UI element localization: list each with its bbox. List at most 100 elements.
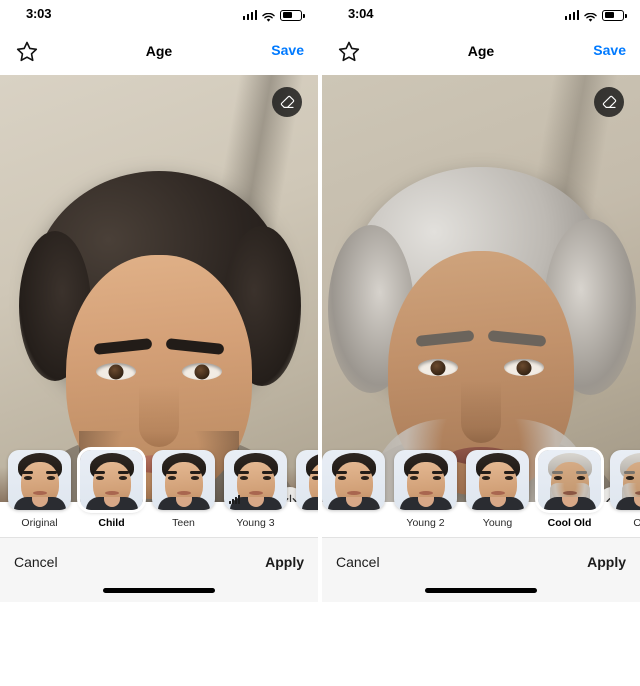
apply-button[interactable]: Apply	[265, 554, 304, 570]
cancel-button[interactable]: Cancel	[336, 554, 380, 570]
home-indicator[interactable]	[103, 588, 215, 593]
style-thumbnail-image	[152, 450, 215, 510]
eraser-icon[interactable]	[594, 87, 624, 117]
photo-preview[interactable]: Original Child Teen Young 3	[0, 75, 318, 537]
thumb-eyebrow-left	[238, 471, 249, 474]
style-thumbnail-label: Young	[482, 517, 513, 529]
thumb-shirt	[301, 497, 318, 510]
subject-eyebrow-right	[165, 337, 225, 356]
status-bar: 3:04	[322, 0, 640, 30]
style-thumbnail-young-3[interactable]: Young 3	[224, 450, 287, 529]
thumb-eyebrow-right	[46, 471, 57, 474]
thumb-mouth	[562, 491, 577, 495]
thumb-shirt	[471, 497, 524, 510]
thumb-eye-right	[433, 476, 441, 480]
style-thumbnail-image	[80, 450, 143, 510]
style-thumbnail-young-2[interactable]: Young 2	[394, 450, 457, 529]
thumb-mouth	[418, 491, 433, 495]
battery-icon	[602, 9, 627, 21]
style-thumbnail-teen[interactable]: Teen	[152, 450, 215, 529]
thumb-eyebrow-right	[360, 471, 371, 474]
nav-bar: Age Save	[322, 30, 640, 75]
phone-screen-left: 3:03 Age Save Original Child Teen Young …	[0, 0, 318, 686]
thumb-eyebrow-left	[480, 471, 491, 474]
subject-nose	[139, 385, 179, 447]
thumb-eye-left	[24, 476, 32, 480]
thumb-portrait	[466, 450, 529, 510]
style-thumbnail-image	[322, 450, 385, 510]
bottom-action-bar: Cancel Apply	[0, 537, 318, 602]
ad-signal-icon	[229, 495, 240, 504]
thumb-shirt	[327, 497, 380, 510]
thumb-portrait	[152, 450, 215, 510]
thumb-eye-right	[361, 476, 369, 480]
phone-screen-right: 3:04 Age Save Young 2 Young Cool Old O C…	[322, 0, 640, 686]
thumb-portrait	[610, 450, 640, 510]
battery-icon	[280, 9, 305, 21]
thumb-eye-right	[119, 476, 127, 480]
thumb-eye-right	[191, 476, 199, 480]
style-thumbnail-strip[interactable]: Original Child Teen Young 3	[0, 442, 318, 537]
thumb-shirt	[157, 497, 210, 510]
thumb-eyebrow-left	[166, 471, 177, 474]
subject-eye-left	[418, 359, 458, 376]
style-thumbnail-label: Original	[21, 517, 58, 529]
thumb-eyebrow-right	[432, 471, 443, 474]
thumb-eye-left	[312, 476, 318, 480]
subject-eyebrow-right	[487, 329, 547, 348]
thumb-shirt	[85, 497, 138, 510]
status-time: 3:04	[348, 6, 374, 21]
thumb-eyebrow-left	[310, 471, 318, 474]
style-thumbnail-image	[538, 450, 601, 510]
style-thumbnail-young[interactable]: Young	[466, 450, 529, 529]
thumb-mouth	[32, 491, 47, 495]
save-button[interactable]: Save	[593, 42, 626, 58]
style-thumbnail-partial[interactable]	[322, 450, 385, 517]
style-thumbnail-strip[interactable]: Young 2 Young Cool Old Old	[322, 442, 640, 537]
thumb-shirt	[13, 497, 66, 510]
apply-button[interactable]: Apply	[587, 554, 626, 570]
thumb-mouth	[176, 491, 191, 495]
cellular-signal-icon	[242, 10, 257, 20]
cellular-signal-icon	[564, 10, 579, 20]
photo-preview[interactable]: Young 2 Young Cool Old Old	[322, 75, 640, 537]
thumb-shirt	[615, 497, 640, 510]
thumb-portrait	[80, 450, 143, 510]
style-thumbnail-label: Cool Old	[547, 517, 592, 529]
status-icons	[242, 8, 305, 22]
thumb-portrait	[296, 450, 318, 510]
cancel-button[interactable]: Cancel	[14, 554, 58, 570]
save-button[interactable]: Save	[271, 42, 304, 58]
thumb-eye-right	[47, 476, 55, 480]
thumb-eyebrow-left	[624, 471, 635, 474]
home-indicator[interactable]	[425, 588, 537, 593]
thumb-eye-left	[168, 476, 176, 480]
thumb-eye-left	[338, 476, 346, 480]
subject-eye-left	[96, 363, 136, 380]
thumb-mouth	[346, 491, 361, 495]
style-thumbnail-old[interactable]: Old	[610, 450, 640, 529]
style-thumbnail-original[interactable]: Original	[8, 450, 71, 529]
style-thumbnail-partial[interactable]	[296, 450, 318, 517]
subject-eyebrow-left	[415, 329, 475, 348]
thumb-mouth	[490, 491, 505, 495]
thumb-eyebrow-left	[336, 471, 347, 474]
thumb-eye-left	[626, 476, 634, 480]
eraser-icon[interactable]	[272, 87, 302, 117]
style-thumbnail-cool-old[interactable]: Cool Old	[538, 450, 601, 529]
thumb-portrait	[394, 450, 457, 510]
status-icons	[564, 8, 627, 22]
thumb-eye-right	[505, 476, 513, 480]
style-thumbnail-label: Young 3	[236, 517, 275, 529]
subject-nose	[461, 381, 501, 443]
thumb-portrait	[538, 450, 601, 510]
style-thumbnail-label: Old	[633, 517, 640, 529]
subject-eye-right	[504, 359, 544, 376]
style-thumbnail-label: Child	[98, 517, 125, 529]
thumb-eye-right	[263, 476, 271, 480]
thumb-eyebrow-right	[504, 471, 515, 474]
wifi-icon	[262, 10, 275, 22]
nav-bar: Age Save	[0, 30, 318, 75]
page-title: Age	[145, 43, 173, 59]
style-thumbnail-child[interactable]: Child	[80, 450, 143, 529]
